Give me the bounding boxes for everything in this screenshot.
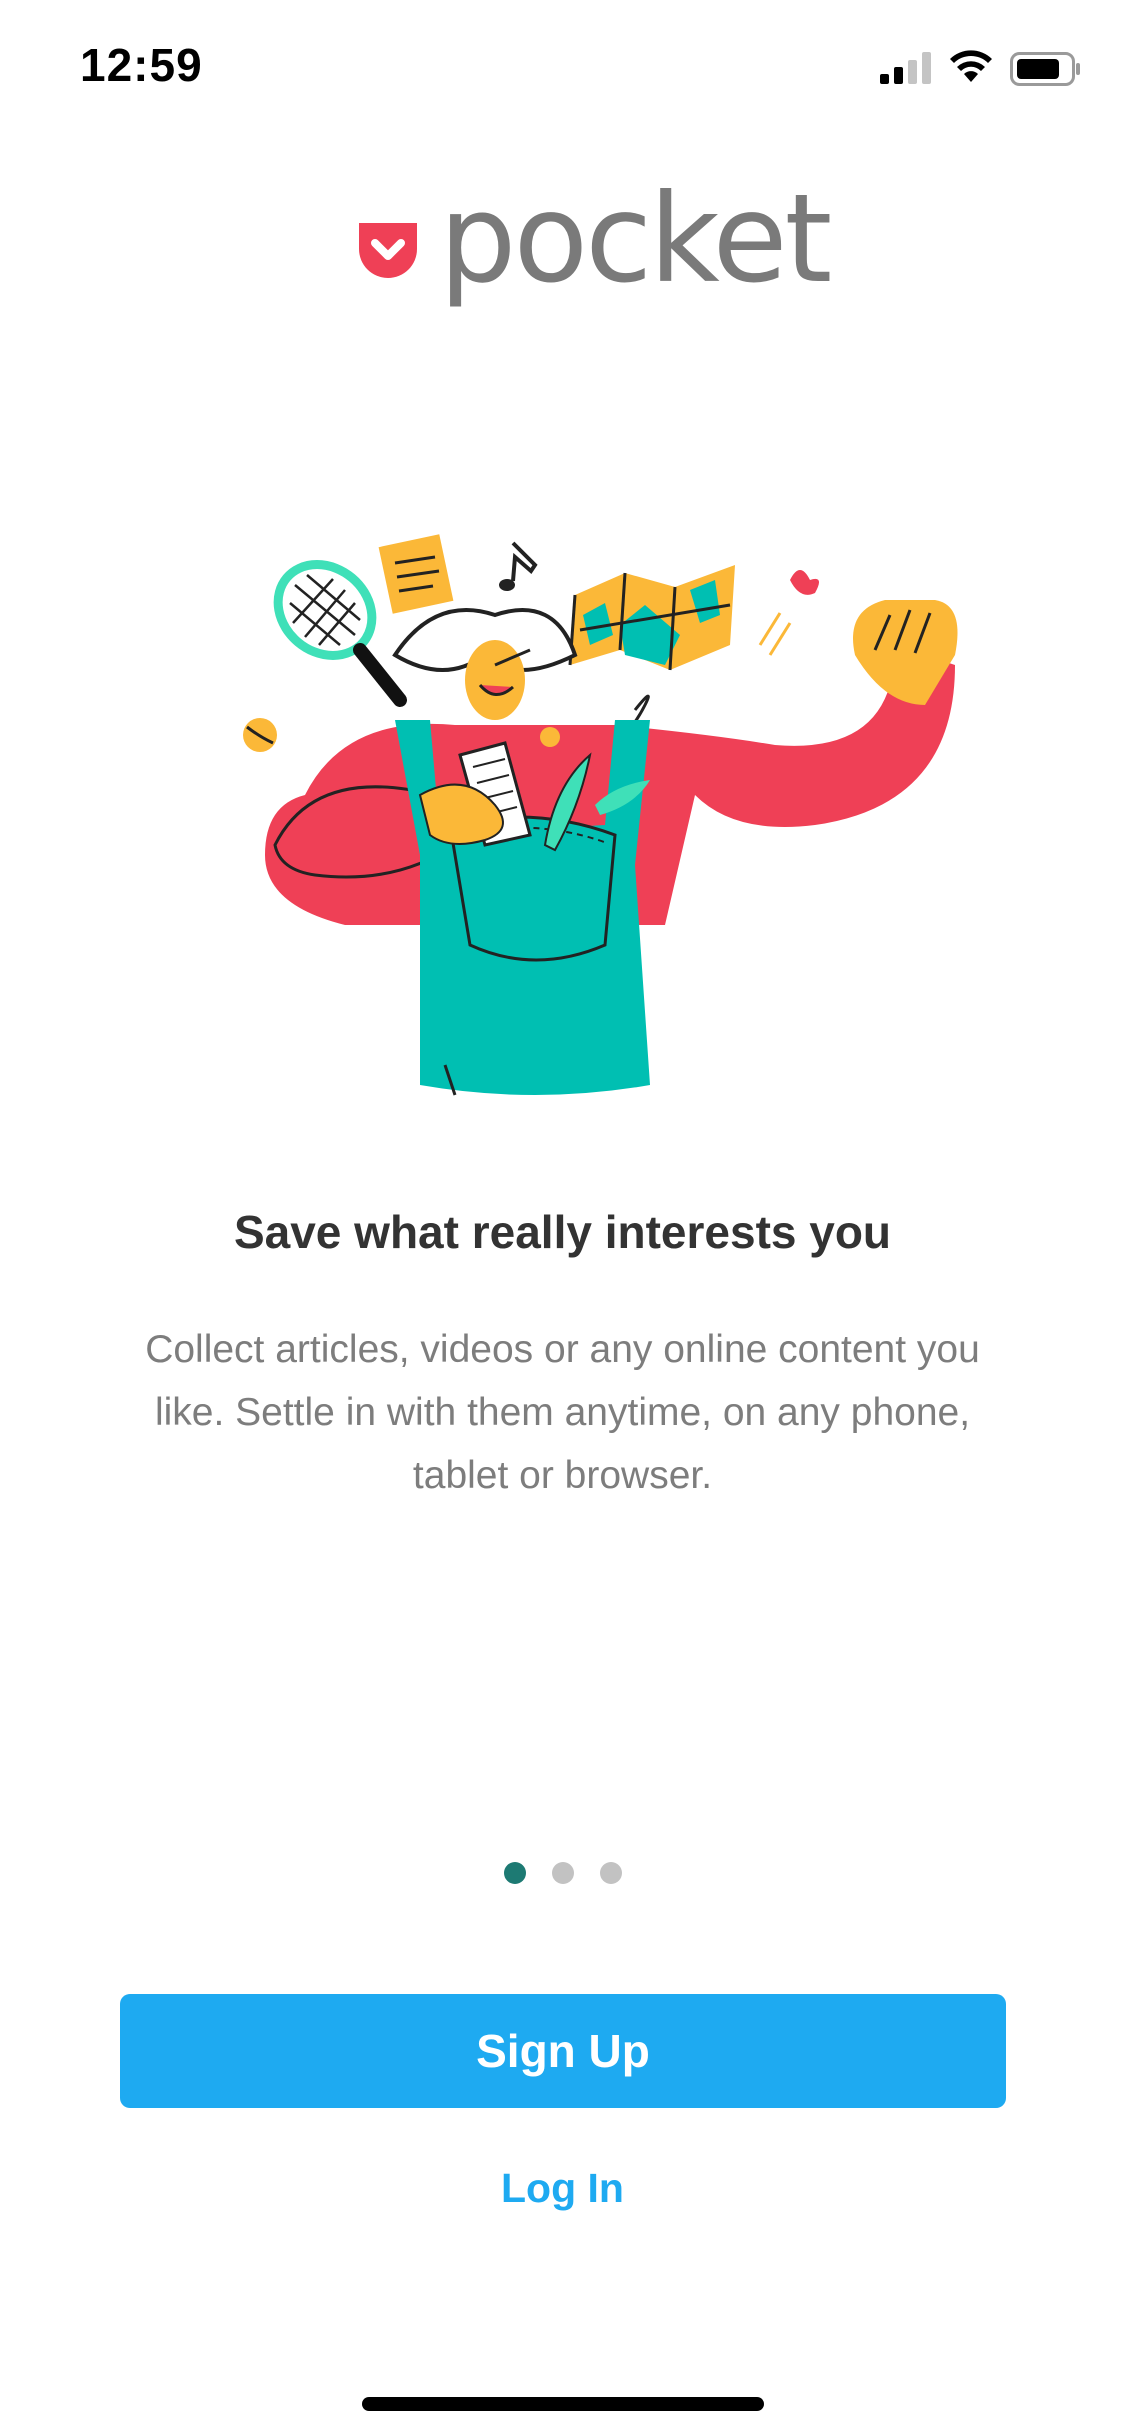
pocket-logo-icon xyxy=(359,222,417,278)
pocket-logo: pocket xyxy=(355,178,832,305)
person-with-pocket-illustration xyxy=(243,534,958,1096)
onboarding-headline: Save what really interests you xyxy=(233,1206,892,1258)
status-bar: 12:59 xyxy=(0,0,1125,140)
page-dot-1[interactable] xyxy=(503,1862,526,1884)
status-time: 12:59 xyxy=(80,39,203,91)
sign-up-button[interactable]: Sign Up xyxy=(120,1994,1006,2108)
logo-wordmark: pocket xyxy=(439,167,832,310)
log-in-link[interactable]: Log In xyxy=(0,2165,1125,2212)
signal-icon xyxy=(880,52,931,84)
page-dot-3[interactable] xyxy=(599,1862,622,1884)
page-dot-2[interactable] xyxy=(551,1862,574,1884)
onboarding-description: Collect articles, videos or any online c… xyxy=(145,1328,980,1497)
battery-icon xyxy=(1010,52,1080,86)
home-indicator[interactable] xyxy=(362,2397,764,2411)
wifi-icon xyxy=(950,50,992,82)
page-indicator[interactable] xyxy=(0,1862,1125,1884)
